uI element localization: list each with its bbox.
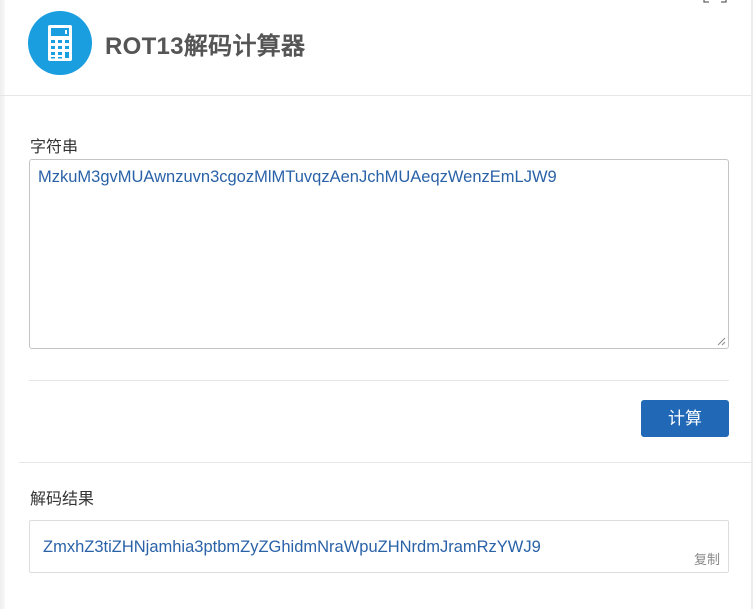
string-input[interactable]: MzkuM3gvMUAwnzuvn3cgozMlMTuvqzAenJchMUAe… <box>29 159 729 349</box>
page-title: ROT13解码计算器 <box>105 33 306 60</box>
calculator-icon <box>28 11 92 75</box>
calculate-button[interactable]: 计算 <box>641 400 729 437</box>
resize-handle-icon[interactable] <box>716 336 726 346</box>
header: ROT13解码计算器 <box>0 0 751 96</box>
string-input-value[interactable]: MzkuM3gvMUAwnzuvn3cgozMlMTuvqzAenJchMUAe… <box>38 168 557 187</box>
input-label: 字符串 <box>30 139 79 156</box>
result-label: 解码结果 <box>30 491 95 508</box>
copy-button[interactable]: 复制 <box>694 549 720 568</box>
page: ROT13解码计算器 字符串 MzkuM3gvMUAwnzuvn3cgozMlM… <box>0 0 753 609</box>
divider <box>29 380 729 381</box>
result-value: ZmxhZ3tiZHNjamhia3ptbmZyZGhidmNraWpuZHNr… <box>43 538 541 556</box>
divider <box>19 462 751 463</box>
result-box: ZmxhZ3tiZHNjamhia3ptbmZyZGhidmNraWpuZHNr… <box>29 520 729 573</box>
